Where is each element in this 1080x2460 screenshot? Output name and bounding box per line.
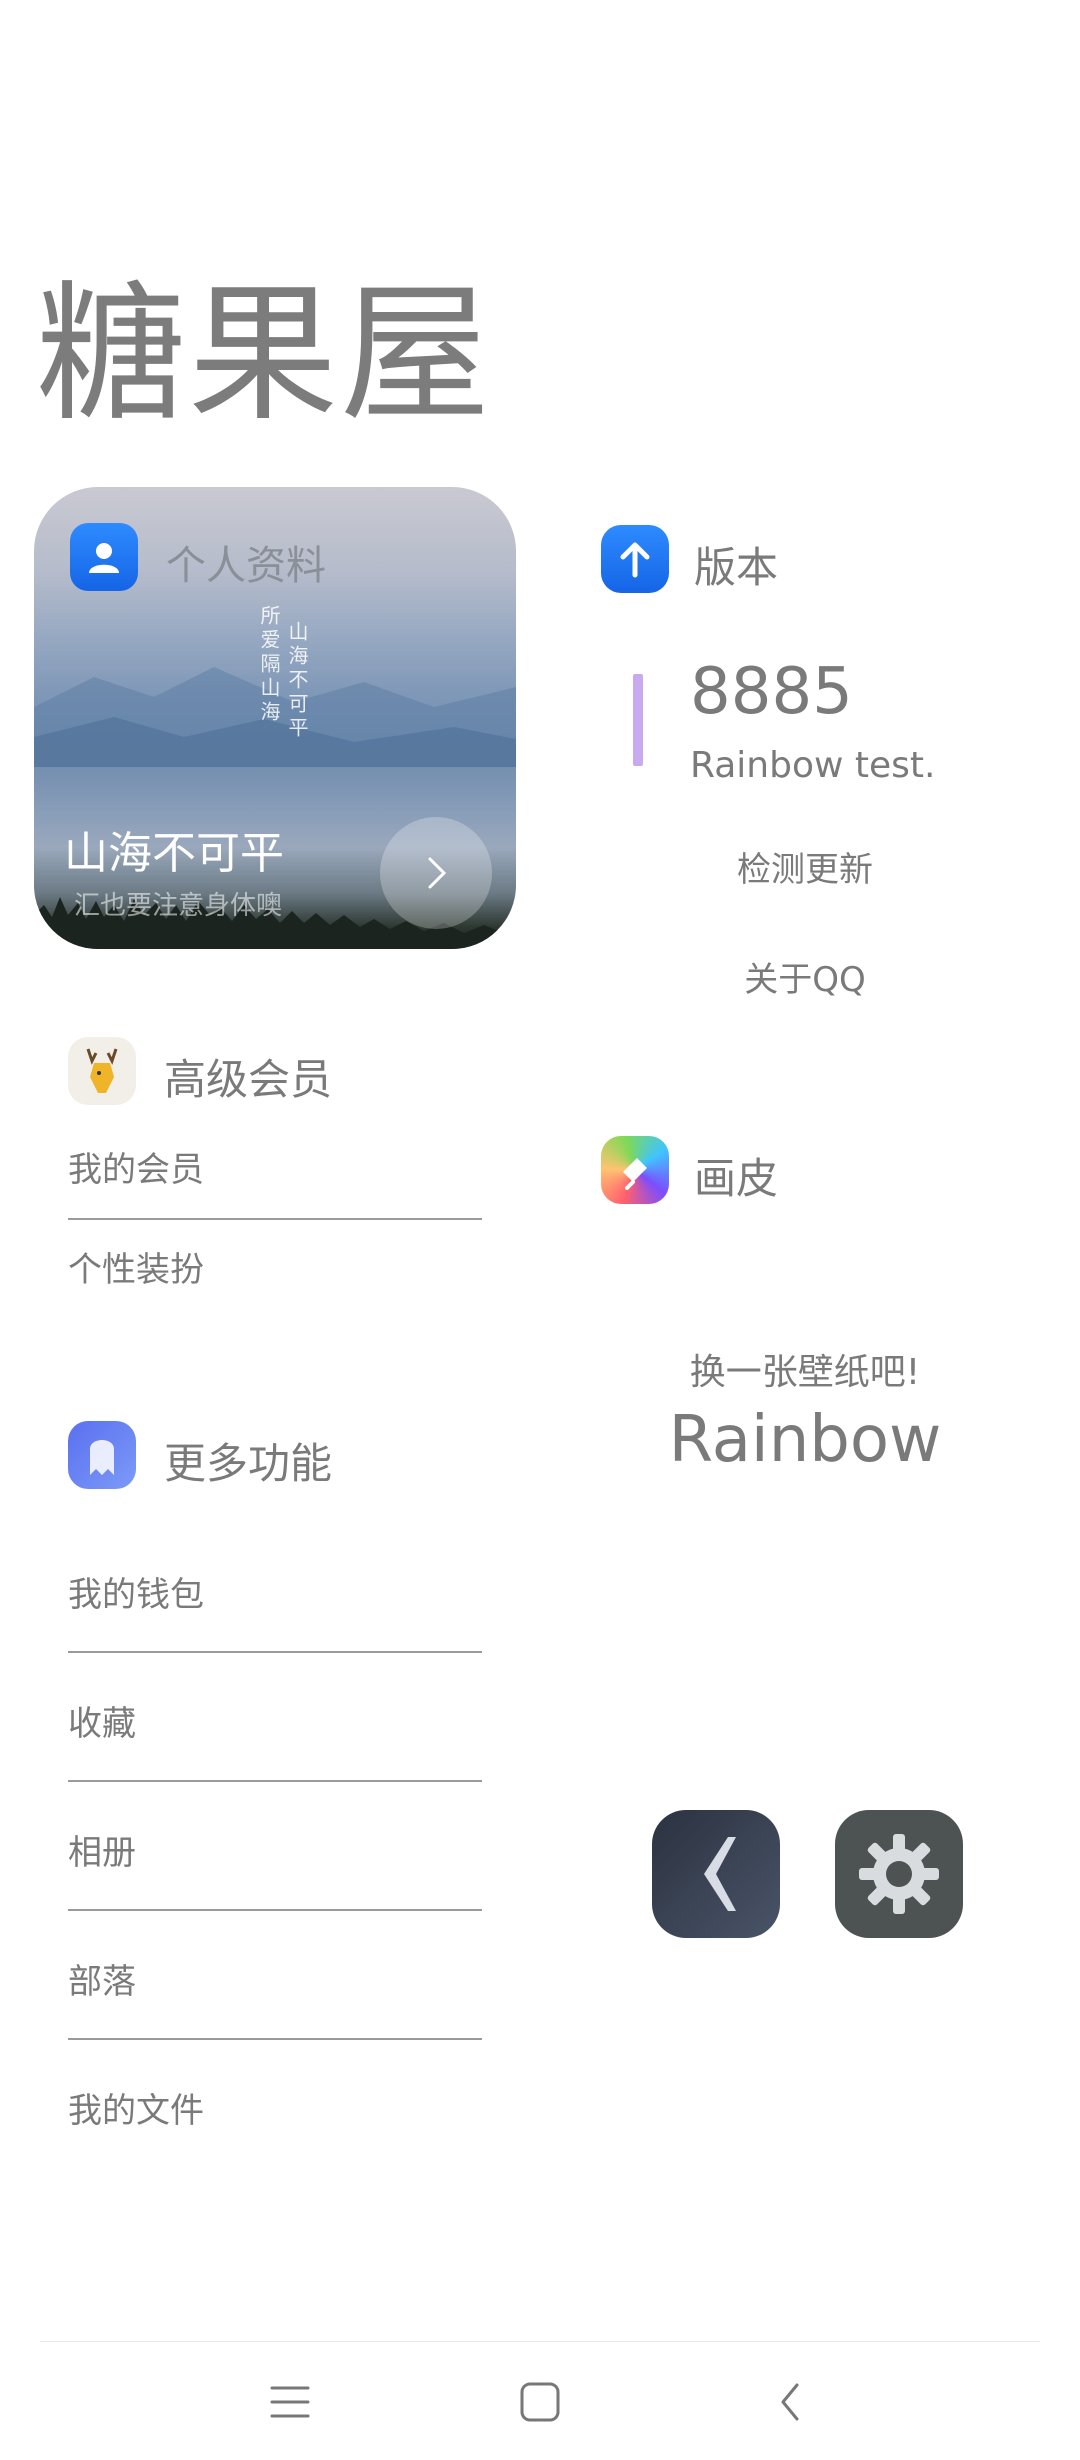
wallpaper-name[interactable]: Rainbow bbox=[560, 1403, 1050, 1477]
list-item-my-membership[interactable]: 我的会员 bbox=[68, 1142, 482, 1191]
settings-button[interactable] bbox=[835, 1810, 963, 1938]
list-item-personal-dressup[interactable]: 个性装扮 bbox=[68, 1242, 482, 1291]
ghost-icon bbox=[68, 1421, 136, 1489]
profile-headline: 山海不可平 bbox=[64, 828, 284, 879]
nav-back-button[interactable] bbox=[760, 2372, 820, 2432]
wallpaper-prompt: 换一张壁纸吧! bbox=[689, 1352, 921, 1393]
nav-divider bbox=[40, 2341, 1040, 2342]
about-qq-button[interactable]: 关于QQ bbox=[560, 952, 1050, 1001]
profile-open-button[interactable] bbox=[380, 817, 492, 929]
chevron-right-icon bbox=[428, 857, 447, 889]
divider bbox=[68, 2038, 482, 2040]
profile-card[interactable]: 所爱隔山海 山海不可平 个人资料 山海不可平 汇也要注意身体噢 bbox=[34, 487, 516, 949]
premium-label: 高级会员 bbox=[164, 1055, 333, 1104]
divider bbox=[68, 1909, 482, 1911]
home-button[interactable] bbox=[510, 2372, 570, 2432]
profile-subtitle: 汇也要注意身体噢 bbox=[74, 891, 283, 921]
list-item-wallet[interactable]: 我的钱包 bbox=[68, 1567, 482, 1616]
list-item-tribe[interactable]: 部落 bbox=[68, 1954, 482, 2003]
version-number: 8885 bbox=[690, 655, 853, 729]
skin-label: 画皮 bbox=[694, 1154, 779, 1203]
list-item-favorites[interactable]: 收藏 bbox=[68, 1696, 482, 1745]
person-icon bbox=[70, 523, 138, 591]
back-arrow-icon bbox=[781, 2383, 799, 2421]
arrow-up-icon bbox=[601, 525, 669, 593]
poem-line-left: 所爱隔山海 bbox=[257, 605, 281, 725]
version-accent-bar bbox=[633, 674, 643, 766]
divider bbox=[68, 1651, 482, 1653]
divider bbox=[68, 1218, 482, 1220]
divider bbox=[68, 1780, 482, 1782]
more-label: 更多功能 bbox=[164, 1439, 333, 1488]
version-description: Rainbow test. bbox=[690, 745, 936, 786]
check-update-button[interactable]: 检测更新 bbox=[560, 842, 1050, 891]
list-item-album[interactable]: 相册 bbox=[68, 1825, 482, 1874]
back-button[interactable] bbox=[652, 1810, 780, 1938]
back-chevron-icon bbox=[704, 1837, 736, 1911]
gear-icon bbox=[859, 1834, 939, 1914]
poem-line-right: 山海不可平 bbox=[285, 621, 309, 741]
brush-icon bbox=[601, 1136, 669, 1204]
profile-label: 个人资料 bbox=[166, 543, 326, 589]
version-label: 版本 bbox=[694, 543, 779, 592]
home-square-icon bbox=[520, 2382, 560, 2422]
menu-button[interactable] bbox=[260, 2372, 320, 2432]
app-title: 糖果屋 bbox=[36, 268, 493, 442]
menu-icon bbox=[270, 2386, 310, 2418]
deer-icon bbox=[68, 1037, 136, 1105]
list-item-my-files[interactable]: 我的文件 bbox=[68, 2083, 482, 2132]
